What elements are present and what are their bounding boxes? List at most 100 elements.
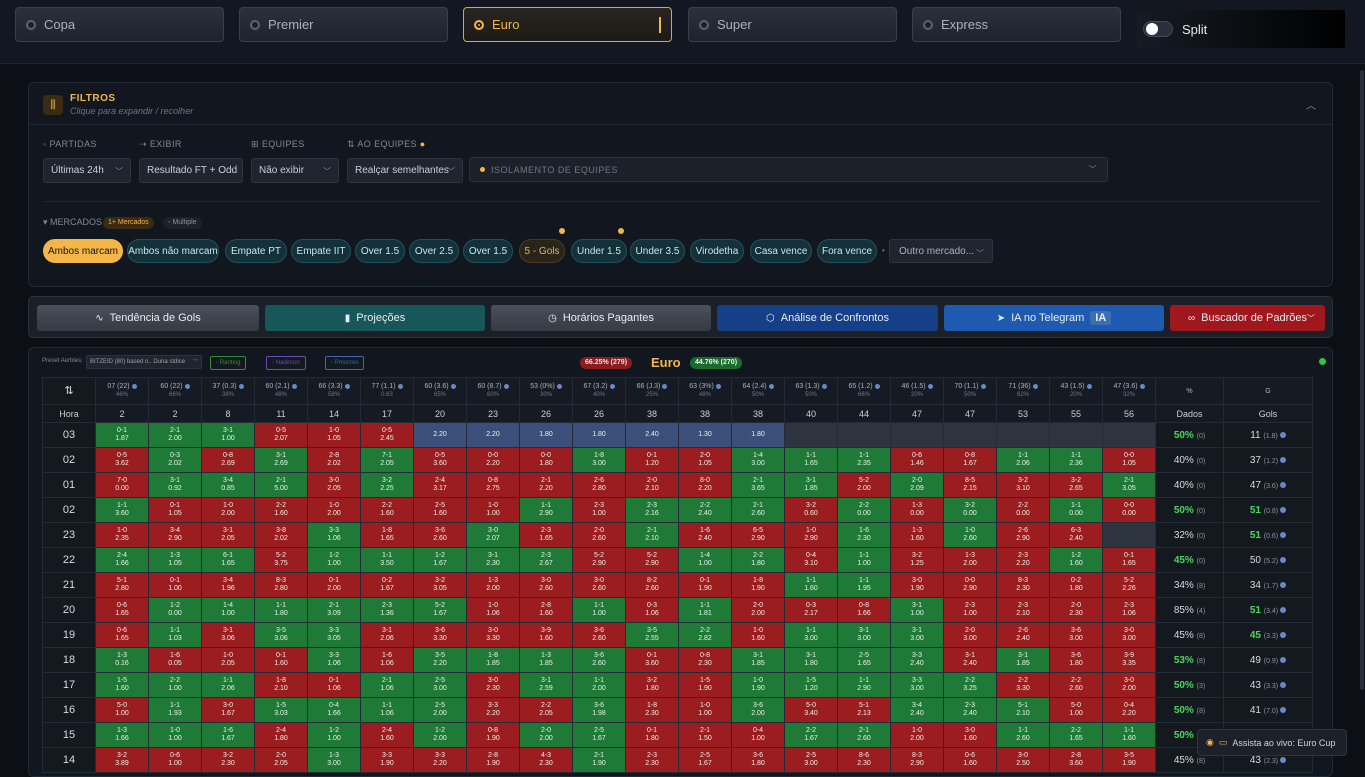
result-cell[interactable]: 1-1 1.93 — [148, 697, 202, 723]
result-cell[interactable]: 1-2 2.00 — [413, 722, 467, 748]
result-cell[interactable]: 1-6 0.05 — [148, 647, 202, 673]
result-cell[interactable]: 0-8 1.90 — [466, 722, 520, 748]
result-cell[interactable]: 1-1 2.90 — [519, 497, 573, 523]
result-cell[interactable]: 1-8 1.65 — [360, 522, 414, 548]
result-cell[interactable]: 0-6 1.46 — [890, 447, 944, 473]
result-cell[interactable]: 1-3 1.85 — [519, 647, 573, 673]
result-cell[interactable]: 2-5 2.00 — [413, 697, 467, 723]
result-cell[interactable]: 3-2 2.30 — [201, 747, 255, 773]
result-cell[interactable]: 3-0 1.90 — [890, 572, 944, 598]
result-cell[interactable]: 2-3 2.16 — [625, 497, 679, 523]
result-cell[interactable] — [837, 422, 891, 448]
market-chip[interactable]: Over 1.5 — [355, 239, 405, 263]
result-cell[interactable]: 2-2 2.60 — [1049, 672, 1103, 698]
result-cell[interactable]: 1-3 3.00 — [307, 747, 361, 773]
result-cell[interactable]: 2-1 1.50 — [678, 722, 732, 748]
result-cell[interactable]: 0-0 1.80 — [519, 447, 573, 473]
result-cell[interactable]: 0-4 2.20 — [1102, 697, 1156, 723]
result-cell[interactable]: 3-0 2.07 — [466, 522, 520, 548]
market-chip[interactable]: Over 1.5 — [463, 239, 513, 263]
result-cell[interactable]: 2-0 1.05 — [678, 447, 732, 473]
result-cell[interactable]: 2-6 2.40 — [996, 622, 1050, 648]
league-tab-super[interactable]: Super — [688, 7, 897, 42]
result-cell[interactable]: 0-1 1.60 — [254, 647, 308, 673]
result-cell[interactable]: 0-1 1.80 — [625, 722, 679, 748]
result-cell[interactable]: 1-5 3.03 — [254, 697, 308, 723]
market-chip[interactable]: Empate PT — [225, 239, 287, 263]
result-cell[interactable]: 8-5 2.15 — [943, 472, 997, 498]
result-cell[interactable] — [1049, 422, 1103, 448]
result-cell[interactable]: 1-1 1.00 — [572, 597, 626, 623]
result-cell[interactable]: 5-2 3.75 — [254, 547, 308, 573]
result-cell[interactable]: 1-1 1.95 — [837, 572, 891, 598]
result-cell[interactable]: 1-1 2.36 — [1049, 447, 1103, 473]
result-cell[interactable]: 6-3 2.40 — [1049, 522, 1103, 548]
result-cell[interactable]: 3-1 3.00 — [890, 622, 944, 648]
market-chip[interactable]: Empate IIT — [291, 239, 351, 263]
result-cell[interactable]: 2-5 3.00 — [413, 672, 467, 698]
result-cell[interactable]: 3-2 0.00 — [943, 497, 997, 523]
result-cell[interactable]: 1-0 1.90 — [731, 672, 785, 698]
result-cell[interactable]: 3-1 1.00 — [201, 422, 255, 448]
result-cell[interactable] — [890, 422, 944, 448]
result-cell[interactable]: 0-6 1.65 — [95, 597, 149, 623]
result-cell[interactable]: 0-1 1.20 — [625, 447, 679, 473]
preset-select[interactable]: BITZEID (80) based o.. Duna stdice ﹀ — [86, 355, 202, 369]
result-cell[interactable]: 2-1 3.05 — [1102, 472, 1156, 498]
result-cell[interactable]: 0-2 1.80 — [1049, 572, 1103, 598]
result-cell[interactable]: 2-5 1.65 — [837, 647, 891, 673]
result-cell[interactable]: 8-3 2.90 — [890, 747, 944, 773]
result-cell[interactable]: 2-1 1.90 — [572, 747, 626, 773]
result-cell[interactable]: 3-1 2.06 — [360, 622, 414, 648]
result-cell[interactable]: 3-3 2.40 — [890, 647, 944, 673]
equipes-select[interactable]: Não exibir ﹀ — [251, 158, 339, 183]
result-cell[interactable]: 1-1 3.60 — [95, 497, 149, 523]
result-cell[interactable]: 2-2 1.00 — [148, 672, 202, 698]
result-cell[interactable]: 0-1 1.90 — [678, 572, 732, 598]
result-cell[interactable]: 2-8 1.90 — [466, 747, 520, 773]
result-cell[interactable]: 2-1 3.09 — [307, 597, 361, 623]
result-cell[interactable]: 3-6 1.80 — [731, 747, 785, 773]
result-cell[interactable]: 1-0 2.00 — [201, 497, 255, 523]
result-cell[interactable]: 2-6 2.90 — [996, 522, 1050, 548]
result-cell[interactable]: 2-3 2.30 — [625, 747, 679, 773]
result-cell[interactable]: 3-9 3.35 — [1102, 647, 1156, 673]
result-cell[interactable]: 3-3 1.90 — [360, 747, 414, 773]
result-cell[interactable]: 0-5 3.60 — [413, 447, 467, 473]
result-cell[interactable]: 0-5 2.07 — [254, 422, 308, 448]
result-cell[interactable]: 0-8 1.66 — [837, 597, 891, 623]
result-cell[interactable]: 1-8 1.85 — [466, 647, 520, 673]
result-cell[interactable]: 3-4 0.85 — [201, 472, 255, 498]
result-cell[interactable]: 3-0 1.60 — [943, 722, 997, 748]
result-cell[interactable]: 2-1 2.60 — [731, 497, 785, 523]
result-cell[interactable]: 0-0 2.90 — [943, 572, 997, 598]
result-cell[interactable]: 0-5 3.62 — [95, 447, 149, 473]
multiple-badge[interactable]: ◦ Multiple — [163, 217, 202, 229]
result-cell[interactable]: 3-6 2.60 — [413, 522, 467, 548]
market-chip[interactable]: Ambos marcam — [43, 239, 123, 263]
result-cell[interactable]: 3-4 1.96 — [201, 572, 255, 598]
result-cell[interactable]: 1-3 2.00 — [943, 547, 997, 573]
result-cell[interactable]: 2-0 2.00 — [519, 722, 573, 748]
result-cell[interactable]: 1-5 1.20 — [784, 672, 838, 698]
result-cell[interactable]: 0-0 0.00 — [1102, 497, 1156, 523]
result-cell[interactable]: 5-2 2.90 — [572, 547, 626, 573]
result-cell[interactable]: 2.20 — [413, 422, 467, 448]
result-cell[interactable]: 3-1 2.69 — [254, 447, 308, 473]
result-cell[interactable]: 1-0 1.05 — [307, 422, 361, 448]
result-cell[interactable]: 2-0 2.09 — [890, 472, 944, 498]
result-cell[interactable]: 5-2 1.67 — [413, 597, 467, 623]
action-button[interactable]: ∿ Tendência de Gols — [37, 305, 259, 331]
result-cell[interactable]: 1.80 — [519, 422, 573, 448]
result-cell[interactable]: 3-1 1.85 — [996, 647, 1050, 673]
result-cell[interactable]: 1-1 1.60 — [784, 572, 838, 598]
result-cell[interactable]: 1-1 1.03 — [148, 622, 202, 648]
result-cell[interactable]: 2-3 1.00 — [572, 497, 626, 523]
result-cell[interactable]: 2-4 1.60 — [360, 722, 414, 748]
result-cell[interactable]: 2-0 2.05 — [254, 747, 308, 773]
result-cell[interactable]: 3-3 3.05 — [307, 622, 361, 648]
result-cell[interactable]: 0-1 3.60 — [625, 647, 679, 673]
result-cell[interactable]: 2-2 3.30 — [996, 672, 1050, 698]
result-cell[interactable]: 3-6 2.60 — [572, 622, 626, 648]
result-cell[interactable]: 1-8 1.90 — [731, 572, 785, 598]
